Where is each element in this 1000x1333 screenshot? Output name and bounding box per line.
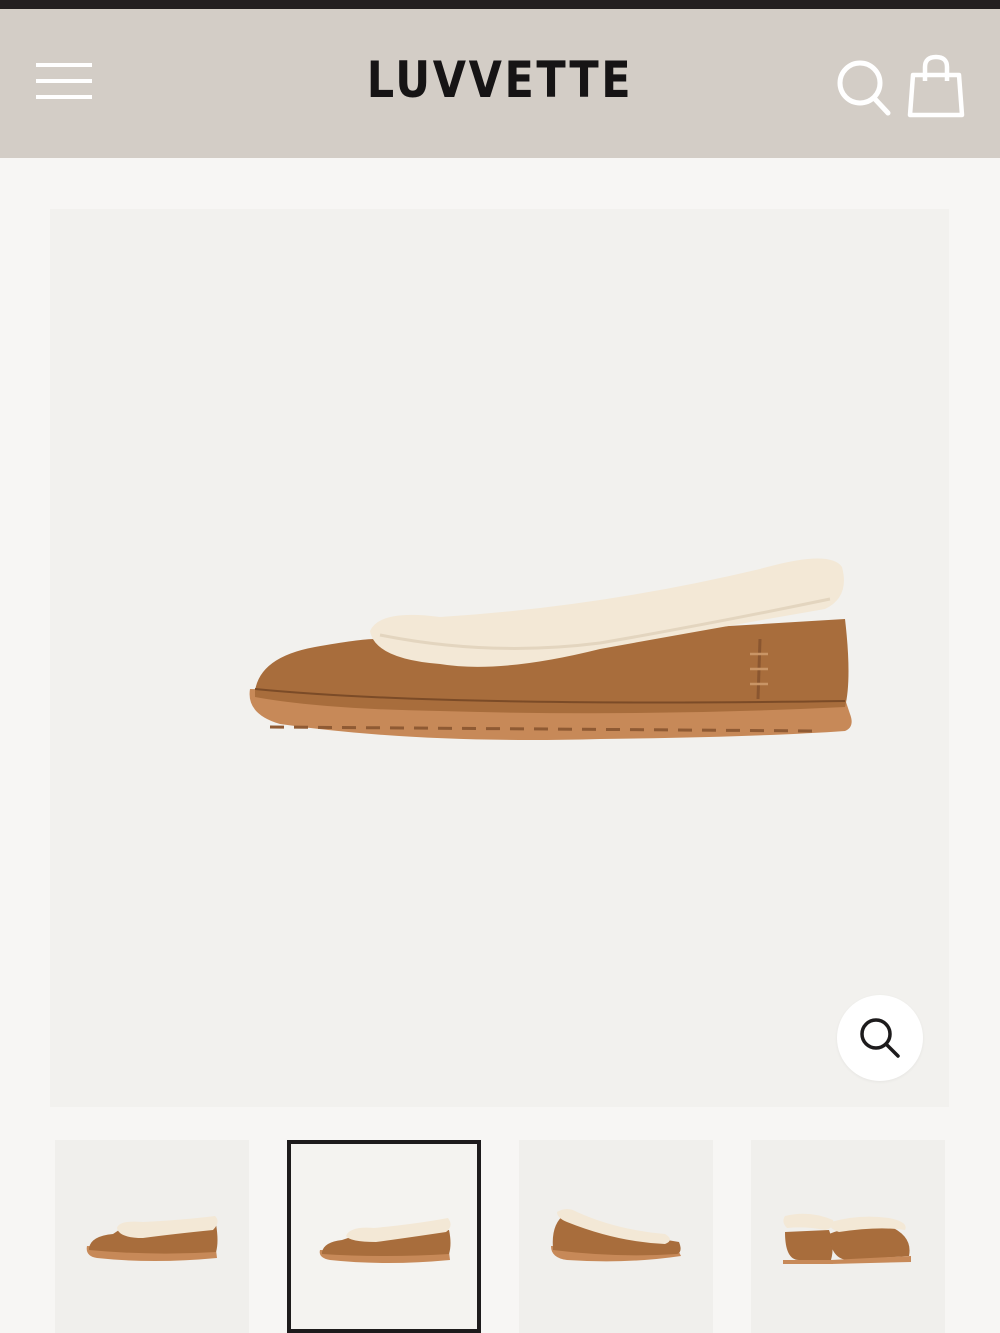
slipper-pair-back-image [783, 1213, 911, 1264]
zoom-magnifier-icon [860, 1018, 900, 1058]
thumbnail-strip [0, 1140, 1000, 1333]
slipper-three-quarter-image [551, 1209, 681, 1262]
thumbnail-1[interactable] [55, 1140, 249, 1333]
shopping-bag-icon [907, 54, 965, 118]
product-main-image[interactable] [50, 209, 949, 1107]
search-button[interactable] [834, 59, 894, 119]
slipper-side-outer-image [86, 1216, 218, 1261]
top-status-bar [0, 0, 1000, 9]
slipper-side-inner-image [319, 1218, 451, 1263]
shearling-slipper-image [249, 558, 852, 740]
thumbnail-4[interactable] [751, 1140, 945, 1333]
cart-button[interactable] [906, 53, 966, 119]
thumbnail-2[interactable] [287, 1140, 481, 1333]
zoom-button[interactable] [837, 995, 923, 1081]
thumbnail-3[interactable] [519, 1140, 713, 1333]
site-header: LUVVETTE [0, 9, 1000, 158]
search-icon [837, 60, 891, 116]
brand-logo[interactable]: LUVVETTE [70, 51, 930, 109]
